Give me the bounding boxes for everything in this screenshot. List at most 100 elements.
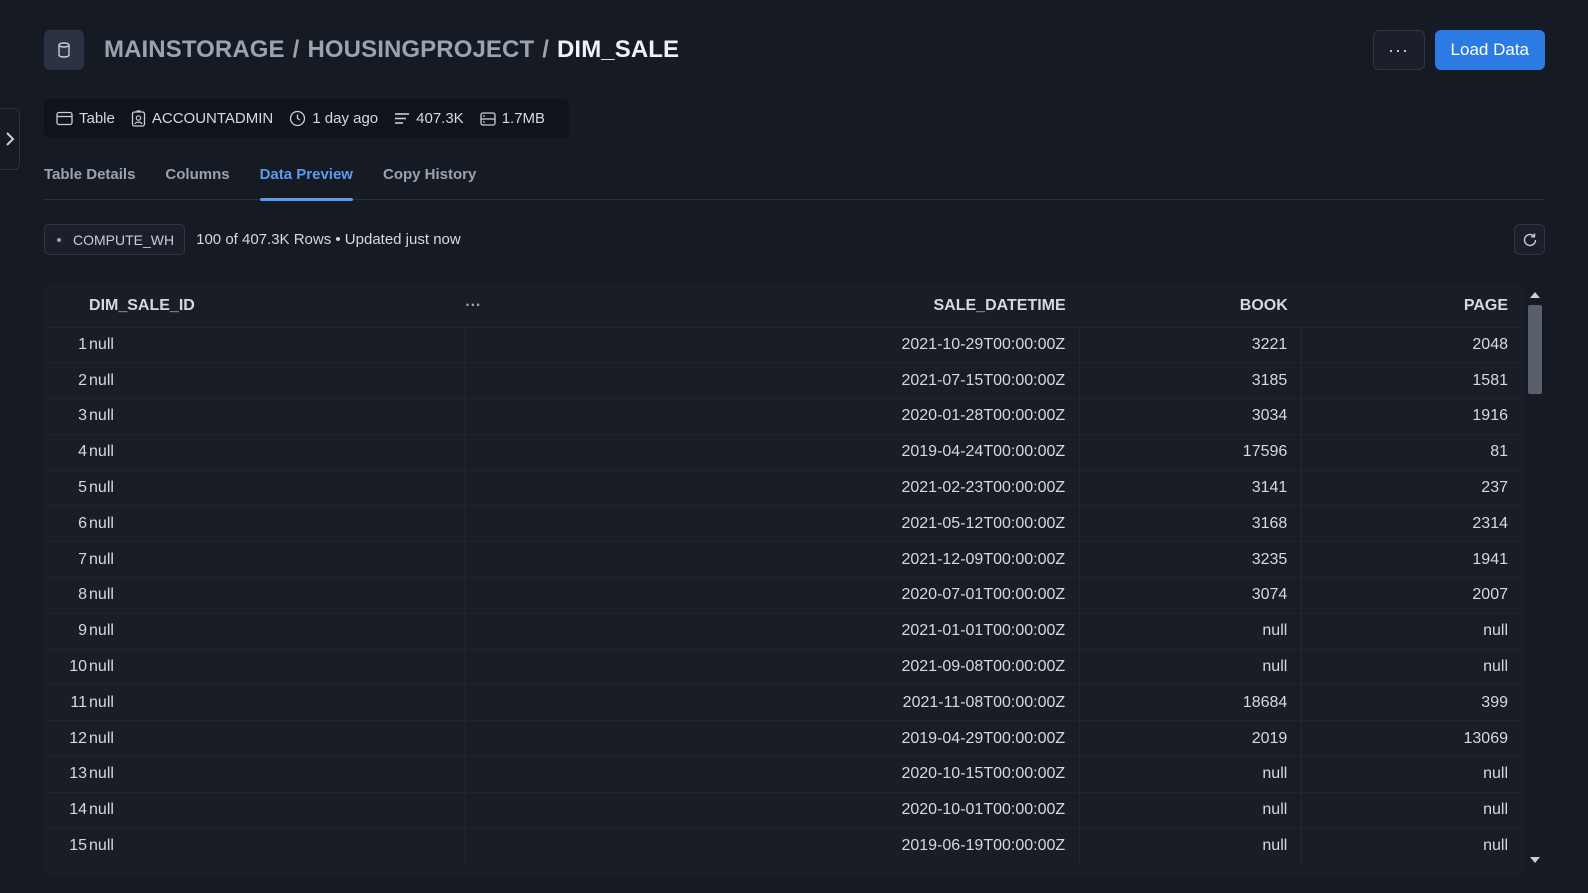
tab-data-preview[interactable]: Data Preview (259, 160, 354, 201)
dim-sale-id-cell[interactable]: null (89, 433, 466, 471)
table-row[interactable]: 13 null 2020-10-15T00:00:00Z null null (44, 756, 1524, 793)
scroll-up-arrow-icon[interactable] (1530, 292, 1540, 298)
table-row[interactable]: 9 null 2021-01-01T00:00:00Z null null (44, 612, 1524, 650)
row-number-cell[interactable]: 5 (44, 469, 90, 506)
book-cell[interactable]: 18684 (1079, 684, 1303, 721)
page-cell[interactable]: 1581 (1301, 362, 1524, 399)
column-header-book[interactable]: BOOK (1080, 285, 1302, 327)
page-cell[interactable]: null (1301, 756, 1524, 793)
sale-datetime-cell[interactable]: 2019-04-29T00:00:00Z (505, 720, 1081, 757)
page-cell[interactable]: 237 (1301, 469, 1524, 506)
sale-datetime-cell[interactable]: 2021-05-12T00:00:00Z (505, 505, 1081, 542)
sale-datetime-cell[interactable]: 2021-11-08T00:00:00Z (505, 684, 1081, 721)
scrollbar-thumb[interactable] (1528, 305, 1542, 394)
row-number-cell[interactable]: 1 (44, 326, 90, 363)
book-cell[interactable]: 3168 (1079, 505, 1303, 542)
column-menu-button[interactable]: ··· (465, 285, 505, 327)
row-number-cell[interactable]: 9 (44, 612, 90, 650)
table-row[interactable]: 5 null 2021-02-23T00:00:00Z 3141 237 (44, 469, 1524, 506)
table-row[interactable]: 10 null 2021-09-08T00:00:00Z null null (44, 648, 1524, 685)
row-number-cell[interactable]: 7 (44, 541, 90, 578)
dim-sale-id-cell[interactable]: null (89, 648, 466, 685)
sale-datetime-cell[interactable]: 2021-10-29T00:00:00Z (505, 326, 1081, 363)
sale-datetime-cell[interactable]: 2021-07-15T00:00:00Z (505, 362, 1081, 399)
dim-sale-id-cell[interactable]: null (89, 756, 466, 793)
table-row[interactable]: 15 null 2019-06-19T00:00:00Z null null (44, 827, 1524, 864)
page-cell[interactable]: null (1301, 791, 1524, 829)
row-number-cell[interactable]: 10 (44, 648, 90, 685)
dim-sale-id-cell[interactable]: null (89, 326, 466, 363)
warehouse-selector[interactable]: COMPUTE_WH (44, 224, 186, 255)
table-row[interactable]: 12 null 2019-04-29T00:00:00Z 2019 13069 (44, 720, 1524, 757)
book-cell[interactable]: null (1079, 648, 1303, 685)
row-number-cell[interactable]: 8 (44, 577, 90, 614)
dim-sale-id-cell[interactable]: null (89, 541, 466, 578)
row-number-cell[interactable]: 3 (44, 398, 90, 435)
row-number-cell[interactable]: 6 (44, 505, 90, 542)
page-cell[interactable]: 1941 (1301, 541, 1524, 578)
sale-datetime-cell[interactable]: 2020-07-01T00:00:00Z (505, 577, 1081, 614)
book-cell[interactable]: null (1079, 827, 1303, 864)
book-cell[interactable]: null (1079, 791, 1303, 829)
book-cell[interactable]: 17596 (1079, 433, 1303, 471)
row-number-cell[interactable]: 14 (44, 791, 90, 829)
page-cell[interactable]: null (1301, 612, 1524, 650)
dim-sale-id-cell[interactable]: null (89, 720, 466, 757)
table-row[interactable]: 14 null 2020-10-01T00:00:00Z null null (44, 791, 1524, 829)
page-cell[interactable]: 81 (1301, 433, 1524, 471)
row-number-cell[interactable]: 4 (44, 433, 90, 471)
column-header-page[interactable]: PAGE (1302, 285, 1524, 327)
page-cell[interactable]: null (1301, 648, 1524, 685)
table-row[interactable]: 7 null 2021-12-09T00:00:00Z 3235 1941 (44, 541, 1524, 578)
row-number-cell[interactable]: 12 (44, 720, 90, 757)
tab-columns[interactable]: Columns (165, 160, 229, 200)
row-number-cell[interactable]: 11 (44, 684, 90, 721)
table-row[interactable]: 3 null 2020-01-28T00:00:00Z 3034 1916 (44, 398, 1524, 435)
dim-sale-id-cell[interactable]: null (89, 505, 466, 542)
sale-datetime-cell[interactable]: 2020-01-28T00:00:00Z (505, 398, 1081, 435)
sale-datetime-cell[interactable]: 2021-09-08T00:00:00Z (505, 648, 1081, 685)
page-cell[interactable]: 13069 (1301, 720, 1524, 757)
column-header-dim-sale-id[interactable]: DIM_SALE_ID (89, 285, 465, 327)
book-cell[interactable]: 3074 (1079, 577, 1303, 614)
dim-sale-id-cell[interactable]: null (89, 827, 466, 864)
page-cell[interactable]: 2007 (1301, 577, 1524, 614)
sale-datetime-cell[interactable]: 2019-06-19T00:00:00Z (505, 827, 1081, 864)
table-row[interactable]: 4 null 2019-04-24T00:00:00Z 17596 81 (44, 433, 1524, 471)
vertical-scrollbar[interactable] (1524, 285, 1546, 875)
table-row[interactable]: 6 null 2021-05-12T00:00:00Z 3168 2314 (44, 505, 1524, 542)
row-number-cell[interactable]: 2 (44, 362, 90, 399)
page-cell[interactable]: 1916 (1301, 398, 1524, 435)
dim-sale-id-cell[interactable]: null (89, 791, 466, 829)
book-cell[interactable]: 3034 (1079, 398, 1303, 435)
page-cell[interactable]: 399 (1301, 684, 1524, 721)
sale-datetime-cell[interactable]: 2021-12-09T00:00:00Z (505, 541, 1081, 578)
dim-sale-id-cell[interactable]: null (89, 398, 466, 435)
table-row[interactable]: 11 null 2021-11-08T00:00:00Z 18684 399 (44, 684, 1524, 721)
dim-sale-id-cell[interactable]: null (89, 684, 466, 721)
book-cell[interactable]: null (1079, 612, 1303, 650)
table-row[interactable]: 1 null 2021-10-29T00:00:00Z 3221 2048 (44, 326, 1524, 363)
sidebar-expand-toggle[interactable] (0, 108, 20, 170)
tab-table-details[interactable]: Table Details (44, 160, 135, 200)
refresh-button[interactable] (1514, 224, 1545, 255)
book-cell[interactable]: null (1079, 756, 1303, 793)
scroll-down-arrow-icon[interactable] (1530, 857, 1540, 863)
row-number-cell[interactable]: 15 (44, 827, 90, 864)
table-row[interactable]: 2 null 2021-07-15T00:00:00Z 3185 1581 (44, 362, 1524, 399)
table-row[interactable]: 8 null 2020-07-01T00:00:00Z 3074 2007 (44, 577, 1524, 614)
dim-sale-id-cell[interactable]: null (89, 469, 466, 506)
dim-sale-id-cell[interactable]: null (89, 612, 466, 650)
book-cell[interactable]: 2019 (1079, 720, 1303, 757)
breadcrumb-database[interactable]: MAINSTORAGE (104, 36, 285, 64)
sale-datetime-cell[interactable]: 2020-10-01T00:00:00Z (505, 791, 1081, 829)
sale-datetime-cell[interactable]: 2019-04-24T00:00:00Z (505, 433, 1081, 471)
dim-sale-id-cell[interactable]: null (89, 577, 466, 614)
book-cell[interactable]: 3235 (1079, 541, 1303, 578)
sale-datetime-cell[interactable]: 2021-01-01T00:00:00Z (505, 612, 1081, 650)
page-cell[interactable]: 2048 (1301, 326, 1524, 363)
sale-datetime-cell[interactable]: 2020-10-15T00:00:00Z (505, 756, 1081, 793)
book-cell[interactable]: 3141 (1079, 469, 1303, 506)
book-cell[interactable]: 3221 (1079, 326, 1303, 363)
row-number-cell[interactable]: 13 (44, 756, 90, 793)
